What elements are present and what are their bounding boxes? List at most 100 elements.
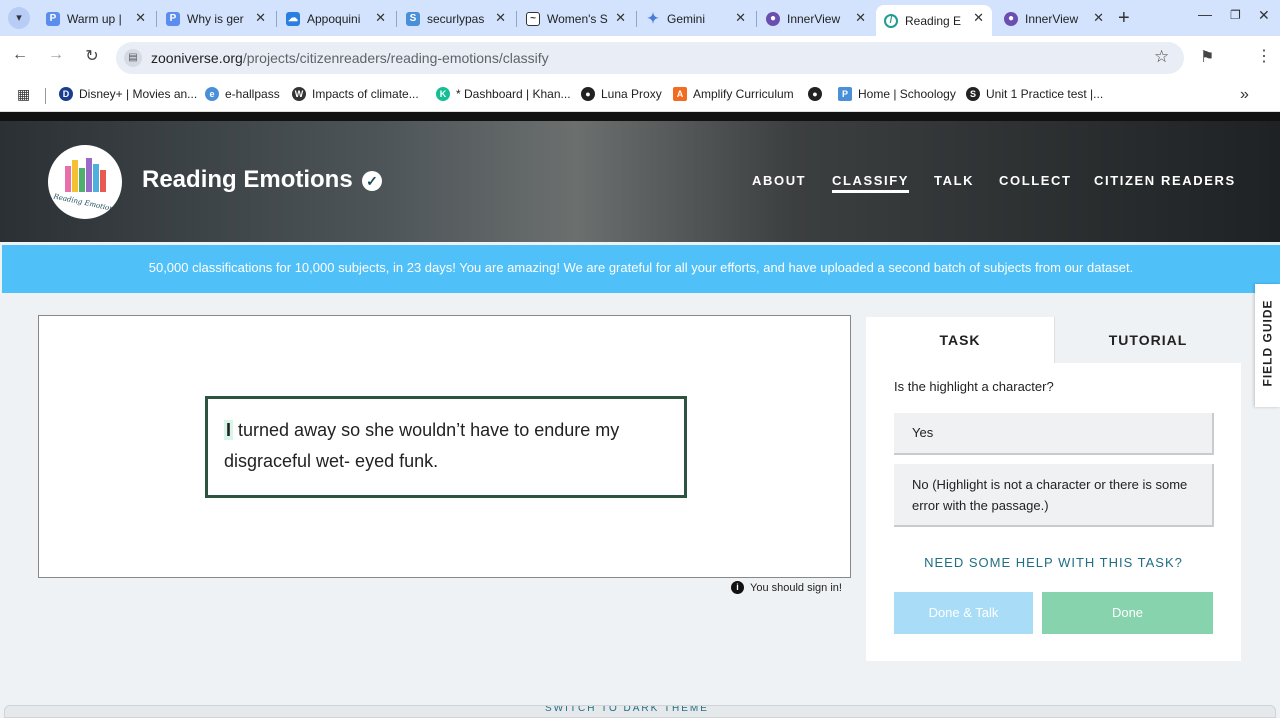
project-title[interactable]: Reading Emotions: [142, 166, 353, 194]
theme-switch-label: SWITCH TO DARK THEME: [545, 705, 709, 714]
browser-tab-active[interactable]: / Reading E ✕: [876, 5, 992, 36]
close-tab-icon[interactable]: ✕: [855, 10, 866, 26]
bookmark-item[interactable]: A Amplify Curriculum: [673, 87, 794, 101]
close-tab-icon[interactable]: ✕: [735, 10, 746, 26]
s-icon: S: [966, 87, 980, 101]
browser-tab[interactable]: ✦ Gemini ✕: [638, 5, 754, 32]
tab-title: Warm up |: [67, 11, 122, 26]
close-tab-icon[interactable]: ✕: [973, 10, 984, 26]
nav-talk[interactable]: TALK: [934, 173, 974, 188]
restore-icon[interactable]: ❐: [1230, 8, 1241, 22]
innerview-icon: ●: [766, 11, 780, 26]
amplify-icon: A: [673, 87, 687, 101]
zooniverse-icon: /: [884, 13, 898, 28]
project-logo[interactable]: Reading Emotions: [48, 145, 122, 219]
globe-icon: ●: [808, 87, 822, 101]
passage-text: turned away so she wouldn’t have to endu…: [224, 420, 620, 471]
browser-tab[interactable]: P Why is ger ✕: [158, 5, 274, 32]
extensions-icon[interactable]: ⚑: [1200, 47, 1214, 67]
securly-icon: S: [406, 11, 420, 26]
tab-title: Women's S: [547, 11, 608, 26]
browser-tab[interactable]: S securlypas ✕: [398, 5, 514, 32]
close-tab-icon[interactable]: ✕: [135, 10, 146, 26]
forward-icon[interactable]: →: [44, 46, 68, 64]
highlighted-word: I: [224, 420, 234, 440]
bookmark-item[interactable]: D Disney+ | Movies an...: [59, 87, 197, 101]
nav-citizen-readers[interactable]: CITIZEN READERS: [1094, 173, 1236, 188]
answer-yes-button[interactable]: Yes: [894, 413, 1214, 455]
close-tab-icon[interactable]: ✕: [495, 10, 506, 26]
url-text: zooniverse.org/projects/citizenreaders/r…: [151, 50, 549, 66]
task-question: Is the highlight a character?: [894, 379, 1054, 394]
nav-collect[interactable]: COLLECT: [999, 173, 1072, 188]
browser-tab[interactable]: ☁ Appoquini ✕: [278, 5, 394, 32]
bookmark-item[interactable]: S Unit 1 Practice test |...: [966, 87, 1103, 101]
disney-icon: D: [59, 87, 73, 101]
site-top-bar: [0, 112, 1280, 121]
nav-about[interactable]: ABOUT: [752, 173, 806, 188]
p-icon: P: [46, 11, 60, 26]
new-tab-icon[interactable]: +: [1118, 7, 1130, 30]
answer-no-button[interactable]: No (Highlight is not a character or ther…: [894, 464, 1214, 527]
schoology-icon: P: [838, 87, 852, 101]
khan-icon: K: [436, 87, 450, 101]
subject-viewer: I turned away so she wouldn’t have to en…: [38, 315, 851, 578]
innerview-icon: ●: [1004, 11, 1018, 26]
task-panel: TASK TUTORIAL Is the highlight a charact…: [866, 317, 1241, 661]
announcement-banner: 50,000 classifications for 10,000 subjec…: [2, 245, 1280, 293]
tab-title: Appoquini: [307, 11, 361, 26]
browser-toolbar: ← → ↻ ▤ zooniverse.org/projects/citizenr…: [0, 36, 1280, 80]
site-info-icon[interactable]: ▤: [124, 49, 142, 67]
bookmark-item[interactable]: e e-hallpass: [205, 87, 280, 101]
bookmark-item[interactable]: ●: [808, 87, 828, 101]
close-tab-icon[interactable]: ✕: [1093, 10, 1104, 26]
bookmark-item[interactable]: W Impacts of climate...: [292, 87, 419, 101]
project-header: Reading Emotions Reading Emotions ✓ ABOU…: [0, 121, 1280, 242]
browser-tab-bar: ▾ P Warm up | ✕ P Why is ger ✕ ☁ Appoqui…: [0, 0, 1280, 36]
tab-title: Reading E: [905, 13, 962, 28]
address-bar[interactable]: ▤ zooniverse.org/projects/citizenreaders…: [116, 42, 1184, 74]
menu-icon[interactable]: ⋮: [1256, 46, 1272, 66]
close-window-icon[interactable]: ✕: [1258, 7, 1270, 24]
gemini-icon: ✦: [647, 10, 659, 26]
done-and-talk-button[interactable]: Done & Talk: [894, 592, 1033, 634]
globe-icon: ●: [581, 87, 595, 101]
close-tab-icon[interactable]: ✕: [375, 10, 386, 26]
close-tab-icon[interactable]: ✕: [255, 10, 266, 26]
p-icon: P: [166, 11, 180, 26]
bookmark-star-icon[interactable]: ☆: [1154, 47, 1169, 67]
tab-title: InnerView: [1025, 11, 1079, 26]
tab-tutorial[interactable]: TUTORIAL: [1054, 317, 1241, 363]
browser-tab[interactable]: ● InnerView ✕: [758, 5, 874, 32]
bookmarks-bar: ▦ D Disney+ | Movies an... e e-hallpass WI…: [0, 80, 1280, 112]
logo-text: Reading Emotions: [52, 192, 118, 214]
nav-classify[interactable]: CLASSIFY: [832, 173, 910, 193]
theme-switch-bar[interactable]: SWITCH TO DARK THEME: [4, 705, 1276, 718]
cloud-icon: ☁: [286, 11, 300, 26]
passage-box: I turned away so she wouldn’t have to en…: [205, 396, 687, 498]
tab-task[interactable]: TASK: [866, 317, 1054, 363]
browser-tab[interactable]: ~ Women's S ✕: [518, 5, 634, 32]
tab-title: securlypas: [427, 11, 485, 26]
task-help-link[interactable]: NEED SOME HELP WITH THIS TASK?: [866, 555, 1241, 570]
minimize-icon[interactable]: —: [1198, 6, 1212, 22]
close-tab-icon[interactable]: ✕: [615, 10, 626, 26]
sign-in-note[interactable]: i You should sign in!: [731, 581, 842, 594]
reload-icon[interactable]: ↻: [80, 46, 104, 66]
browser-tab[interactable]: ● InnerView ✕: [996, 5, 1112, 32]
wave-icon: ~: [526, 11, 540, 26]
panda-icon: W: [292, 87, 306, 101]
apps-grid-icon[interactable]: ▦: [17, 86, 30, 103]
field-guide-tab[interactable]: FIELD GUIDE: [1255, 284, 1280, 407]
browser-tab[interactable]: P Warm up | ✕: [38, 5, 154, 32]
more-bookmarks-icon[interactable]: »: [1240, 86, 1249, 104]
tab-search-button[interactable]: ▾: [8, 7, 30, 29]
bookmark-item[interactable]: K * Dashboard | Khan...: [436, 87, 571, 101]
bookmark-item[interactable]: ● Luna Proxy: [581, 87, 662, 101]
tab-title: InnerView: [787, 11, 841, 26]
back-icon[interactable]: ←: [8, 46, 32, 64]
info-icon: i: [731, 581, 744, 594]
hallpass-icon: e: [205, 87, 219, 101]
bookmark-item[interactable]: P Home | Schoology: [838, 87, 956, 101]
done-button[interactable]: Done: [1042, 592, 1213, 634]
